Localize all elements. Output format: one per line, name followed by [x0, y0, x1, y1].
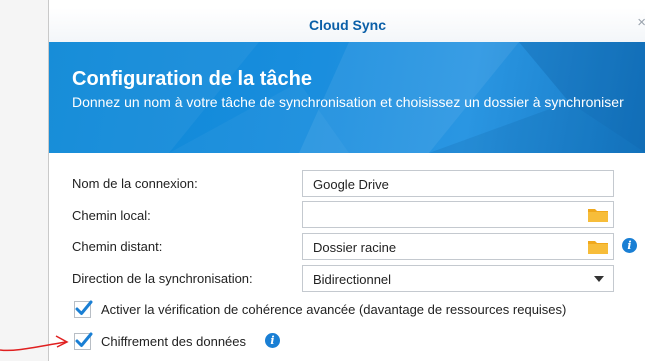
local-path-field[interactable] [302, 201, 614, 228]
folder-icon[interactable] [587, 238, 609, 255]
remote-path-label: Chemin distant: [72, 239, 163, 254]
remote-path-input[interactable] [313, 240, 573, 255]
connection-name-field[interactable] [302, 170, 614, 197]
local-path-label: Chemin local: [72, 208, 151, 223]
info-icon[interactable]: i [622, 238, 637, 253]
checkmark-icon [75, 332, 93, 347]
window-title: Cloud Sync [308, 17, 386, 33]
sync-direction-value: Bidirectionnel [313, 272, 392, 287]
remote-path-field[interactable] [302, 233, 614, 260]
annotation-arrow-icon [0, 335, 69, 352]
page-subtitle: Donnez un nom à votre tâche de synchroni… [72, 94, 624, 110]
sync-direction-select[interactable]: Bidirectionnel [302, 265, 614, 292]
encryption-checkbox[interactable] [74, 332, 93, 350]
background-window [0, 0, 48, 361]
advanced-check-label: Activer la vérification de cohérence ava… [101, 302, 567, 317]
close-icon[interactable]: × [632, 15, 645, 31]
cloud-sync-dialog: Cloud Sync × Configuration de la tâche D… [48, 0, 645, 361]
info-icon[interactable]: i [265, 333, 280, 348]
header-banner: Configuration de la tâche Donnez un nom … [49, 42, 645, 153]
connection-name-label: Nom de la connexion: [72, 176, 198, 191]
connection-name-input[interactable] [313, 177, 573, 192]
local-path-input[interactable] [313, 208, 573, 223]
checkmark-icon [75, 300, 93, 315]
encryption-label: Chiffrement des données [101, 334, 247, 349]
chevron-down-icon[interactable] [594, 276, 604, 282]
sync-direction-label: Direction de la synchronisation: [72, 271, 253, 286]
advanced-check-checkbox[interactable] [74, 300, 93, 318]
window-titlebar: Cloud Sync × [49, 8, 645, 43]
folder-icon[interactable] [587, 206, 609, 223]
page-title: Configuration de la tâche [72, 68, 313, 90]
